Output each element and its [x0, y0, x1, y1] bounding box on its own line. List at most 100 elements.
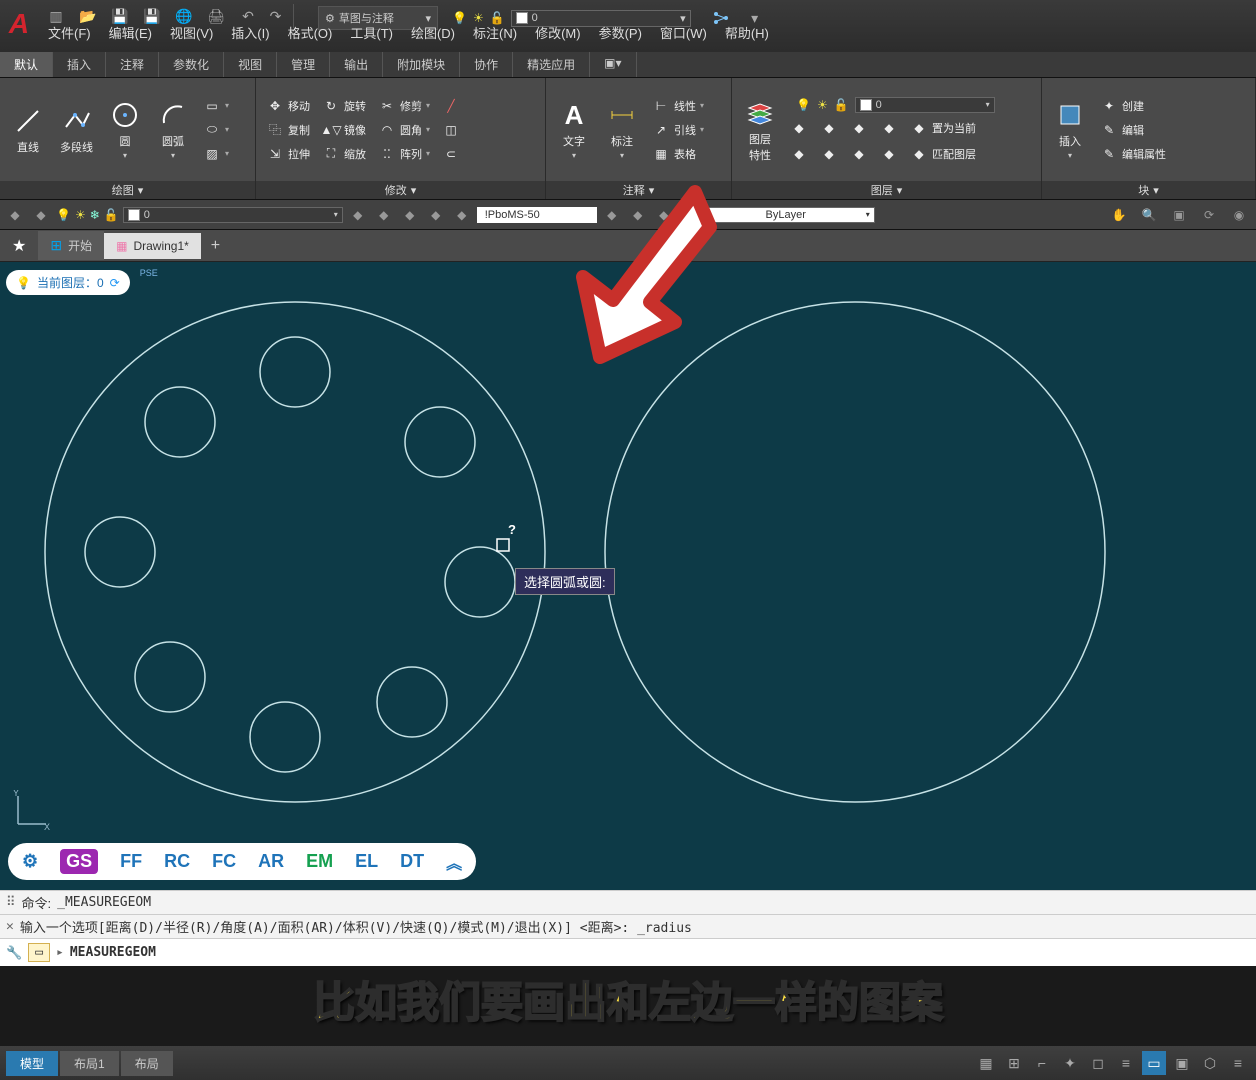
menu-modify[interactable]: 修改(M)	[535, 23, 581, 42]
block-name-field[interactable]: !PboMS-50	[477, 207, 597, 223]
block-editattr-button[interactable]: ✎编辑属性	[1096, 143, 1170, 165]
block-create-button[interactable]: ✦创建	[1096, 95, 1170, 117]
layer-s8[interactable]: ◆	[876, 143, 902, 165]
pi1[interactable]: ◆	[347, 204, 369, 226]
menu-draw[interactable]: 绘图(D)	[411, 23, 455, 42]
scale-button[interactable]: ⛶缩放	[318, 143, 370, 165]
menu-insert[interactable]: 插入(I)	[231, 23, 269, 42]
layer-s7[interactable]: ◆	[846, 143, 872, 165]
tab-param[interactable]: 参数化	[159, 52, 224, 77]
panel-modify-title[interactable]: 修改 ▾	[256, 181, 545, 199]
set-current-button[interactable]: ◆置为当前	[906, 117, 980, 139]
linear-button[interactable]: ⊢线性▾	[648, 95, 708, 117]
bulb-icon[interactable]: 💡	[56, 208, 71, 222]
st-grid-icon[interactable]: ▦	[974, 1051, 998, 1075]
layer-s5[interactable]: ◆	[786, 143, 812, 165]
tab-output[interactable]: 输出	[330, 52, 383, 77]
orbit-icon[interactable]: ⟳	[1196, 204, 1222, 226]
cmd-em[interactable]: EM	[306, 851, 333, 872]
scroll-up-icon[interactable]: ︽	[446, 850, 462, 874]
pi5[interactable]: ◆	[451, 204, 473, 226]
st-osnap-icon[interactable]: ◻	[1086, 1051, 1110, 1075]
array-button[interactable]: ⁚⁚阵列▾	[374, 143, 434, 165]
current-layer-badge[interactable]: 💡 当前图层：0 ⟳ PSE	[6, 270, 130, 295]
st-sel-icon[interactable]: ⬡	[1198, 1051, 1222, 1075]
layer-iso-icon[interactable]: ◆	[4, 204, 26, 226]
cmd-ff[interactable]: FF	[120, 851, 142, 872]
layer-prev-icon[interactable]: ◆	[30, 204, 52, 226]
layer-select[interactable]: 0 ▾	[123, 207, 343, 223]
text-button[interactable]: A文字▾	[552, 97, 596, 162]
fillet-button[interactable]: ◠圆角▾	[374, 119, 434, 141]
pi2[interactable]: ◆	[373, 204, 395, 226]
hatch-button[interactable]: ▨▾	[199, 143, 233, 165]
cmd-input-line[interactable]: 🔧 ▭ ▸ MEASUREGEOM	[0, 938, 1256, 966]
menu-file[interactable]: 文件(F)	[48, 23, 91, 42]
st-polar-icon[interactable]: ✦	[1058, 1051, 1082, 1075]
ellipse-button[interactable]: ⬭▾	[199, 119, 233, 141]
menu-param[interactable]: 参数(P)	[599, 23, 642, 42]
start-tab[interactable]: ⊞开始	[38, 231, 104, 260]
menu-format[interactable]: 格式(O)	[288, 23, 333, 42]
freeze-icon[interactable]: ❄	[90, 208, 100, 222]
cmd-close-icon[interactable]: ✕	[6, 919, 14, 934]
refresh-icon[interactable]: ⟳	[110, 276, 120, 290]
add-tab-button[interactable]: +	[201, 237, 230, 255]
lock-icon[interactable]: 🔓	[104, 208, 119, 222]
trim-button[interactable]: ✂修剪▾	[374, 95, 434, 117]
pan-icon[interactable]: ✋	[1106, 204, 1132, 226]
tab-addon[interactable]: 附加模块	[383, 52, 460, 77]
table-button[interactable]: ▦表格	[648, 143, 708, 165]
menu-help[interactable]: 帮助(H)	[725, 23, 769, 42]
pi3[interactable]: ◆	[399, 204, 421, 226]
match-layer-button[interactable]: ◆匹配图层	[906, 143, 980, 165]
sun-icon[interactable]: ☀	[75, 208, 86, 222]
home-tab[interactable]: ★	[0, 230, 38, 262]
tab-manage[interactable]: 管理	[277, 52, 330, 77]
line-button[interactable]: 直线	[6, 103, 50, 157]
tab-default[interactable]: 默认	[0, 52, 53, 77]
rotate-button[interactable]: ↻旋转	[318, 95, 370, 117]
explode-button[interactable]: ◫	[438, 119, 464, 141]
model-tab[interactable]: 模型	[6, 1051, 58, 1076]
leader-button[interactable]: ↗引线▾	[648, 119, 708, 141]
polyline-button[interactable]: 多段线	[54, 103, 99, 157]
tab-view[interactable]: 视图	[224, 52, 277, 77]
tab-extra[interactable]: ▣▾	[590, 52, 636, 77]
tab-insert[interactable]: 插入	[53, 52, 106, 77]
tab-annotate[interactable]: 注释	[106, 52, 159, 77]
menu-dim[interactable]: 标注(N)	[473, 23, 517, 42]
layer-dropdown[interactable]: 💡 ☀ 🔓 0 ▾	[796, 97, 995, 113]
mirror-button[interactable]: ▲▽镜像	[318, 119, 370, 141]
block-edit-button[interactable]: ✎编辑	[1096, 119, 1170, 141]
cmd-rc[interactable]: RC	[164, 851, 190, 872]
layer-s2[interactable]: ◆	[816, 117, 842, 139]
layer-s3[interactable]: ◆	[846, 117, 872, 139]
menu-view[interactable]: 视图(V)	[170, 23, 213, 42]
panel-annotate-title[interactable]: 注释 ▾	[546, 181, 731, 199]
arc-button[interactable]: 圆弧▾	[151, 97, 195, 162]
circle-button[interactable]: 圆▾	[103, 97, 147, 162]
rect-button[interactable]: ▭▾	[199, 95, 233, 117]
st-lwt-icon[interactable]: ≡	[1114, 1051, 1138, 1075]
tab-featured[interactable]: 精选应用	[513, 52, 590, 77]
menu-tools[interactable]: 工具(T)	[350, 23, 393, 42]
copy-button[interactable]: ⿻复制	[262, 119, 314, 141]
st-snap-icon[interactable]: ⊞	[1002, 1051, 1026, 1075]
steer-icon[interactable]: ◉	[1226, 204, 1252, 226]
cmd-ar[interactable]: AR	[258, 851, 284, 872]
tab-collab[interactable]: 协作	[460, 52, 513, 77]
menu-window[interactable]: 窗口(W)	[660, 23, 707, 42]
st-qprop-icon[interactable]: ▣	[1170, 1051, 1194, 1075]
layer-s6[interactable]: ◆	[816, 143, 842, 165]
extents-icon[interactable]: ▣	[1166, 204, 1192, 226]
layout2-tab[interactable]: 布局	[121, 1051, 173, 1076]
cmd-el[interactable]: EL	[355, 851, 378, 872]
layer-props-button[interactable]: 图层 特性	[738, 95, 782, 165]
block-insert-button[interactable]: 插入▾	[1048, 97, 1092, 162]
cmd-fc[interactable]: FC	[212, 851, 236, 872]
layout1-tab[interactable]: 布局1	[60, 1051, 119, 1076]
st-ortho-icon[interactable]: ⌐	[1030, 1051, 1054, 1075]
offset-button[interactable]: ⊂	[438, 143, 464, 165]
panel-layers-title[interactable]: 图层 ▾	[732, 181, 1041, 199]
